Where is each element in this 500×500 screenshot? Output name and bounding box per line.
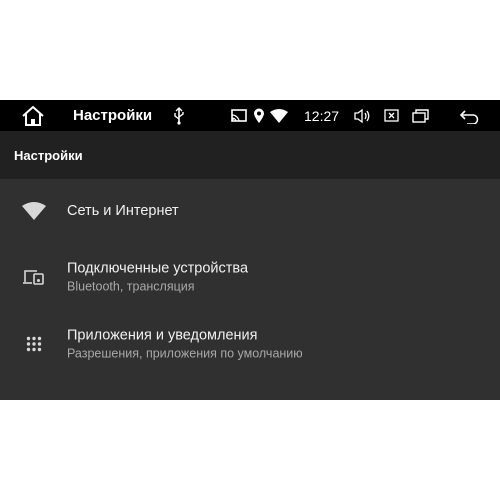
- page-title: Настройки: [14, 147, 83, 163]
- volume-icon[interactable]: [352, 100, 372, 131]
- recents-icon[interactable]: [411, 100, 431, 131]
- settings-item-connected-devices[interactable]: Подключенные устройства Bluetooth, транс…: [0, 245, 500, 309]
- wifi-icon: [21, 198, 47, 224]
- settings-item-title: Приложения и уведомления: [67, 327, 258, 344]
- android-settings-screen: Настройки 12:27 Настройки Сеть и Интерне…: [0, 100, 500, 400]
- clock: 12:27: [304, 107, 340, 124]
- settings-item-title: Сеть и Интернет: [67, 203, 179, 219]
- back-icon[interactable]: [456, 100, 482, 131]
- location-icon: [252, 100, 266, 131]
- settings-item-network[interactable]: Сеть и Интернет: [0, 179, 500, 243]
- wifi-icon: [269, 100, 289, 131]
- settings-item-title: Подключенные устройства: [67, 260, 249, 277]
- settings-item-apps-notifications[interactable]: Приложения и уведомления Разрешения, при…: [0, 312, 500, 376]
- cast-icon: [230, 100, 248, 131]
- status-app-title: Настройки: [73, 107, 153, 124]
- system-status-bar: Настройки 12:27: [0, 100, 500, 131]
- apps-icon: [21, 331, 47, 357]
- settings-item-summary: Разрешения, приложения по умолчанию: [67, 346, 303, 361]
- close-box-icon[interactable]: [382, 100, 400, 131]
- usb-icon: [171, 100, 187, 131]
- settings-item-summary: Bluetooth, трансляция: [67, 279, 195, 294]
- app-bar: Настройки: [0, 131, 500, 179]
- home-icon[interactable]: [18, 100, 48, 131]
- devices-icon: [21, 264, 47, 290]
